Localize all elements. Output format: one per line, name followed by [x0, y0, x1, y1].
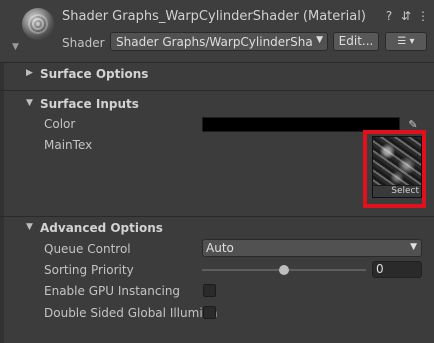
chevron-down-icon: ▼ [410, 242, 417, 252]
queue-control-label: Queue Control [44, 242, 131, 256]
help-icon[interactable]: ? [382, 9, 396, 23]
sorting-priority-input[interactable]: 0 [372, 261, 422, 278]
section-surface-inputs[interactable]: ▼ Surface Inputs [0, 94, 434, 116]
divider [0, 62, 434, 63]
divider [0, 90, 434, 91]
section-surface-options[interactable]: ▶ Surface Options [0, 64, 434, 86]
double-sided-gi-checkbox[interactable] [203, 306, 216, 319]
divider [0, 216, 434, 217]
section-title: Surface Inputs [40, 97, 139, 111]
highlight-box [363, 130, 426, 208]
edit-shader-button[interactable]: Edit... [333, 32, 379, 51]
material-preview-thumbnail[interactable] [22, 8, 54, 40]
gpu-instancing-checkbox[interactable] [203, 284, 216, 297]
queue-control-value: Auto [206, 241, 234, 255]
material-title: Shader Graphs_WarpCylinderShader (Materi… [62, 9, 366, 24]
collapse-arrow-icon: ▼ [26, 98, 33, 108]
list-icon[interactable]: ☰ ▾ [385, 32, 427, 51]
color-label: Color [44, 117, 76, 131]
chevron-down-icon: ▼ [316, 35, 323, 45]
slider-handle[interactable] [279, 265, 289, 275]
preset-icon[interactable]: ⇵ [399, 9, 413, 23]
queue-control-dropdown[interactable]: Auto ▼ [202, 239, 422, 257]
gpu-instancing-label: Enable GPU Instancing [44, 284, 181, 298]
collapse-arrow-icon: ▼ [26, 222, 33, 232]
collapse-arrow-icon[interactable]: ▼ [12, 42, 19, 52]
section-title: Surface Options [40, 67, 149, 81]
double-sided-gi-label: Double Sided Global Illumina [44, 306, 218, 320]
expand-arrow-icon: ▶ [26, 68, 33, 78]
maintex-label: MainTex [44, 138, 93, 152]
shader-dropdown[interactable]: Shader Graphs/WarpCylinderShader ▼ [110, 32, 328, 51]
section-advanced-options[interactable]: ▼ Advanced Options [0, 218, 434, 240]
more-icon[interactable]: ⋮ [416, 9, 430, 23]
section-title: Advanced Options [40, 221, 163, 235]
sorting-priority-label: Sorting Priority [44, 263, 134, 277]
shader-label: Shader [62, 36, 105, 50]
shader-dropdown-value: Shader Graphs/WarpCylinderShader [116, 35, 312, 49]
